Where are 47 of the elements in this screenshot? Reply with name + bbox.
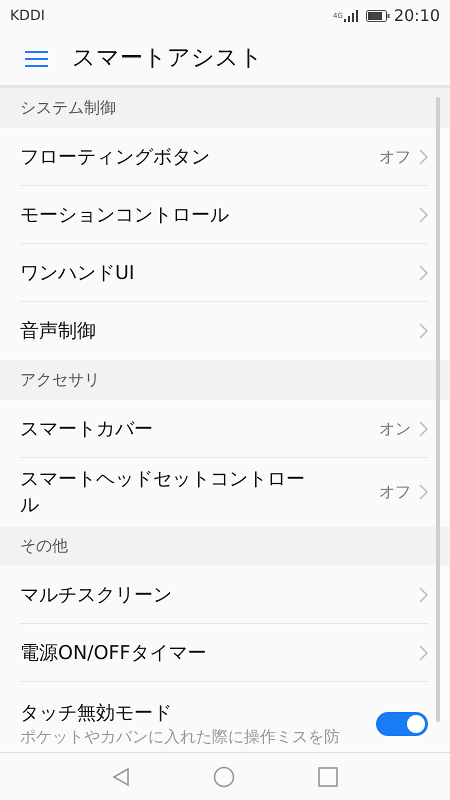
settings-row[interactable]: モーションコントロール: [0, 186, 450, 244]
menu-button[interactable]: [24, 48, 48, 68]
chevron-icon: [419, 586, 428, 602]
carrier-text: KDDI: [10, 6, 45, 26]
row-title: 音声制御: [20, 319, 97, 344]
recents-button[interactable]: [318, 766, 338, 786]
settings-row[interactable]: 電源ON/OFFタイマー: [0, 624, 450, 682]
row-title: タッチ無効モード: [20, 701, 173, 726]
chevron-icon: [419, 323, 428, 339]
chevron-icon: [419, 148, 428, 164]
home-icon: [212, 766, 235, 788]
toggle-switch[interactable]: [376, 712, 428, 736]
row-value: オン: [379, 418, 411, 440]
row-title: マルチスクリーン: [20, 582, 173, 608]
settings-row[interactable]: スマートヘッドセットコントロール オフ: [0, 458, 450, 526]
clock-text: 20:10: [394, 5, 440, 27]
row-value: オフ: [379, 481, 411, 503]
settings-row[interactable]: マルチスクリーン: [0, 566, 450, 624]
section-header: システム制御: [20, 97, 116, 119]
settings-row[interactable]: 音声制御: [0, 302, 450, 360]
row-description: ポケットやカバンに入れた際に操作ミスを防: [20, 726, 341, 748]
back-icon: [112, 766, 130, 786]
signal-icon: [344, 10, 358, 22]
section-header: アクセサリ: [20, 369, 100, 391]
chevron-icon: [419, 264, 428, 280]
row-title: スマートカバー: [20, 416, 154, 442]
chevron-icon: [419, 206, 428, 222]
settings-row[interactable]: フローティングボタン オフ: [0, 128, 450, 186]
row-title: フローティングボタン: [20, 144, 211, 170]
chevron-icon: [419, 484, 428, 500]
menu-icon: [24, 50, 48, 66]
section-header: その他: [20, 535, 68, 557]
page-title: スマートアシスト: [72, 44, 263, 74]
recents-icon: [318, 766, 338, 786]
row-title: ワンハンドUI: [20, 260, 136, 286]
back-button[interactable]: [112, 766, 130, 786]
row-title: スマートヘッドセットコントロール: [20, 467, 306, 518]
settings-row[interactable]: タッチ無効モード ポケットやカバンに入れた際に操作ミスを防: [0, 682, 450, 752]
settings-row[interactable]: スマートカバー オン: [0, 400, 450, 458]
row-title: 電源ON/OFFタイマー: [20, 640, 208, 666]
row-title: モーションコントロール: [20, 202, 230, 228]
chevron-icon: [419, 644, 428, 660]
settings-row[interactable]: ワンハンドUI: [0, 244, 450, 302]
chevron-icon: [419, 420, 428, 436]
home-button[interactable]: [212, 766, 235, 788]
battery-icon: [366, 10, 390, 22]
row-value: オフ: [379, 146, 411, 168]
